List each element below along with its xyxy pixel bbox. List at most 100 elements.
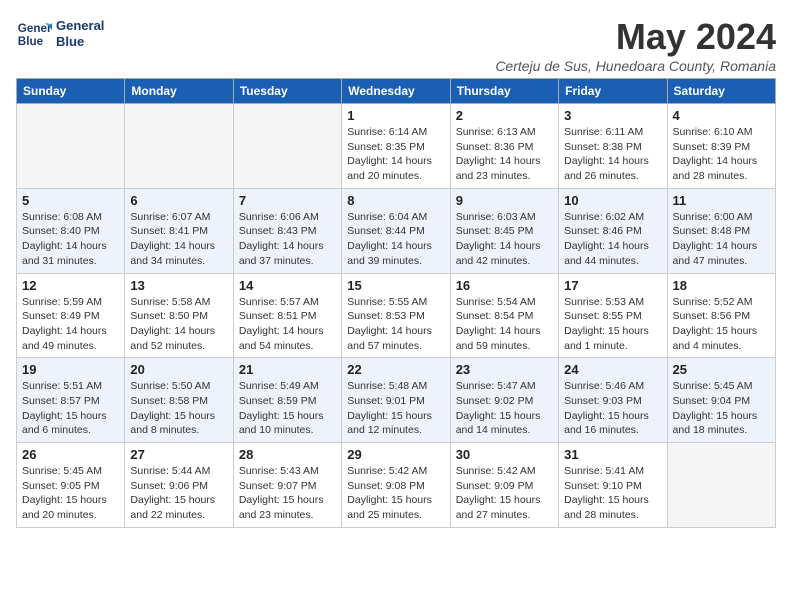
calendar-cell: 9Sunrise: 6:03 AM Sunset: 8:45 PM Daylig… bbox=[450, 188, 558, 273]
day-info: Sunrise: 5:52 AM Sunset: 8:56 PM Dayligh… bbox=[673, 295, 770, 354]
logo-icon: General Blue bbox=[16, 16, 52, 52]
calendar-cell: 13 Sunrise: 5:58 AM Sunset: 8:50 PM Dayli… bbox=[125, 273, 233, 358]
day-number: 31 bbox=[564, 447, 661, 462]
calendar-cell: 29Sunrise: 5:42 AM Sunset: 9:08 PM Dayli… bbox=[342, 443, 450, 528]
day-number: 27 bbox=[130, 447, 227, 462]
day-info: Sunrise: 6:02 AM Sunset: 8:46 PM Dayligh… bbox=[564, 210, 661, 269]
calendar-cell: 17Sunrise: 5:53 AM Sunset: 8:55 PM Dayli… bbox=[559, 273, 667, 358]
day-info: Sunrise: 5:47 AM Sunset: 9:02 PM Dayligh… bbox=[456, 379, 553, 438]
calendar-cell: 22 Sunrise: 5:48 AM Sunset: 9:01 PM Dayli… bbox=[342, 358, 450, 443]
day-info: Sunrise: 6:13 AM Sunset: 8:36 PM Dayligh… bbox=[456, 125, 553, 184]
day-info: Sunrise: 5:55 AM Sunset: 8:53 PM Dayligh… bbox=[347, 295, 444, 354]
calendar-cell: 31 Sunrise: 5:41 AM Sunset: 9:10 PM Dayli… bbox=[559, 443, 667, 528]
day-number: 15 bbox=[347, 278, 444, 293]
week-row-3: 19 Sunrise: 5:51 AM Sunset: 8:57 PM Dayli… bbox=[17, 358, 776, 443]
weekday-header-friday: Friday bbox=[559, 79, 667, 104]
day-number: 13 bbox=[130, 278, 227, 293]
day-number: 2 bbox=[456, 108, 553, 123]
calendar-table: SundayMondayTuesdayWednesdayThursdayFrid… bbox=[16, 78, 776, 528]
calendar-cell bbox=[125, 104, 233, 189]
day-number: 11 bbox=[673, 193, 770, 208]
day-number: 6 bbox=[130, 193, 227, 208]
calendar-cell: 3 Sunrise: 6:11 AM Sunset: 8:38 PM Daylig… bbox=[559, 104, 667, 189]
week-row-2: 12Sunrise: 5:59 AM Sunset: 8:49 PM Dayli… bbox=[17, 273, 776, 358]
logo-line1: General bbox=[56, 18, 104, 34]
week-row-0: 1 Sunrise: 6:14 AM Sunset: 8:35 PM Daylig… bbox=[17, 104, 776, 189]
day-info: Sunrise: 6:00 AM Sunset: 8:48 PM Dayligh… bbox=[673, 210, 770, 269]
day-number: 16 bbox=[456, 278, 553, 293]
calendar-cell: 5Sunrise: 6:08 AM Sunset: 8:40 PM Daylig… bbox=[17, 188, 125, 273]
day-info: Sunrise: 6:03 AM Sunset: 8:45 PM Dayligh… bbox=[456, 210, 553, 269]
day-info: Sunrise: 6:10 AM Sunset: 8:39 PM Dayligh… bbox=[673, 125, 770, 184]
calendar-cell: 12Sunrise: 5:59 AM Sunset: 8:49 PM Dayli… bbox=[17, 273, 125, 358]
calendar-cell: 7 Sunrise: 6:06 AM Sunset: 8:43 PM Daylig… bbox=[233, 188, 341, 273]
calendar-cell: 30 Sunrise: 5:42 AM Sunset: 9:09 PM Dayli… bbox=[450, 443, 558, 528]
weekday-header-saturday: Saturday bbox=[667, 79, 775, 104]
calendar-cell: 24Sunrise: 5:46 AM Sunset: 9:03 PM Dayli… bbox=[559, 358, 667, 443]
day-info: Sunrise: 5:54 AM Sunset: 8:54 PM Dayligh… bbox=[456, 295, 553, 354]
day-number: 30 bbox=[456, 447, 553, 462]
calendar-cell bbox=[17, 104, 125, 189]
calendar-cell: 16 Sunrise: 5:54 AM Sunset: 8:54 PM Dayli… bbox=[450, 273, 558, 358]
day-info: Sunrise: 5:51 AM Sunset: 8:57 PM Dayligh… bbox=[22, 379, 119, 438]
calendar-cell: 20Sunrise: 5:50 AM Sunset: 8:58 PM Dayli… bbox=[125, 358, 233, 443]
day-number: 3 bbox=[564, 108, 661, 123]
day-info: Sunrise: 5:59 AM Sunset: 8:49 PM Dayligh… bbox=[22, 295, 119, 354]
calendar-cell: 19 Sunrise: 5:51 AM Sunset: 8:57 PM Dayli… bbox=[17, 358, 125, 443]
day-info: Sunrise: 5:41 AM Sunset: 9:10 PM Dayligh… bbox=[564, 464, 661, 523]
day-info: Sunrise: 6:14 AM Sunset: 8:35 PM Dayligh… bbox=[347, 125, 444, 184]
calendar-cell: 6 Sunrise: 6:07 AM Sunset: 8:41 PM Daylig… bbox=[125, 188, 233, 273]
calendar-cell bbox=[233, 104, 341, 189]
day-info: Sunrise: 5:42 AM Sunset: 9:09 PM Dayligh… bbox=[456, 464, 553, 523]
title-block: May 2024 Certeju de Sus, Hunedoara Count… bbox=[495, 16, 776, 74]
day-number: 19 bbox=[22, 362, 119, 377]
day-number: 21 bbox=[239, 362, 336, 377]
day-info: Sunrise: 5:49 AM Sunset: 8:59 PM Dayligh… bbox=[239, 379, 336, 438]
day-number: 22 bbox=[347, 362, 444, 377]
day-number: 29 bbox=[347, 447, 444, 462]
weekday-header-monday: Monday bbox=[125, 79, 233, 104]
day-number: 17 bbox=[564, 278, 661, 293]
logo-line2: Blue bbox=[56, 34, 104, 50]
weekday-header-row: SundayMondayTuesdayWednesdayThursdayFrid… bbox=[17, 79, 776, 104]
weekday-header-thursday: Thursday bbox=[450, 79, 558, 104]
calendar-cell: 28 Sunrise: 5:43 AM Sunset: 9:07 PM Dayli… bbox=[233, 443, 341, 528]
day-number: 14 bbox=[239, 278, 336, 293]
day-info: Sunrise: 5:45 AM Sunset: 9:04 PM Dayligh… bbox=[673, 379, 770, 438]
page-header: General Blue General Blue May 2024 Certe… bbox=[16, 16, 776, 74]
week-row-1: 5Sunrise: 6:08 AM Sunset: 8:40 PM Daylig… bbox=[17, 188, 776, 273]
day-number: 23 bbox=[456, 362, 553, 377]
day-info: Sunrise: 5:45 AM Sunset: 9:05 PM Dayligh… bbox=[22, 464, 119, 523]
day-number: 4 bbox=[673, 108, 770, 123]
day-number: 8 bbox=[347, 193, 444, 208]
logo: General Blue General Blue bbox=[16, 16, 104, 52]
calendar-cell: 8 Sunrise: 6:04 AM Sunset: 8:44 PM Daylig… bbox=[342, 188, 450, 273]
day-info: Sunrise: 5:48 AM Sunset: 9:01 PM Dayligh… bbox=[347, 379, 444, 438]
day-info: Sunrise: 5:58 AM Sunset: 8:50 PM Dayligh… bbox=[130, 295, 227, 354]
calendar-cell: 11 Sunrise: 6:00 AM Sunset: 8:48 PM Dayli… bbox=[667, 188, 775, 273]
calendar-cell: 21 Sunrise: 5:49 AM Sunset: 8:59 PM Dayli… bbox=[233, 358, 341, 443]
calendar-cell: 26Sunrise: 5:45 AM Sunset: 9:05 PM Dayli… bbox=[17, 443, 125, 528]
weekday-header-sunday: Sunday bbox=[17, 79, 125, 104]
day-info: Sunrise: 6:11 AM Sunset: 8:38 PM Dayligh… bbox=[564, 125, 661, 184]
day-info: Sunrise: 5:44 AM Sunset: 9:06 PM Dayligh… bbox=[130, 464, 227, 523]
day-info: Sunrise: 5:57 AM Sunset: 8:51 PM Dayligh… bbox=[239, 295, 336, 354]
month-title: May 2024 bbox=[495, 16, 776, 58]
calendar-cell: 10Sunrise: 6:02 AM Sunset: 8:46 PM Dayli… bbox=[559, 188, 667, 273]
calendar-cell: 14 Sunrise: 5:57 AM Sunset: 8:51 PM Dayli… bbox=[233, 273, 341, 358]
location-subtitle: Certeju de Sus, Hunedoara County, Romani… bbox=[495, 58, 776, 74]
day-number: 7 bbox=[239, 193, 336, 208]
day-info: Sunrise: 5:50 AM Sunset: 8:58 PM Dayligh… bbox=[130, 379, 227, 438]
weekday-header-wednesday: Wednesday bbox=[342, 79, 450, 104]
day-info: Sunrise: 5:43 AM Sunset: 9:07 PM Dayligh… bbox=[239, 464, 336, 523]
day-number: 28 bbox=[239, 447, 336, 462]
day-info: Sunrise: 6:07 AM Sunset: 8:41 PM Dayligh… bbox=[130, 210, 227, 269]
calendar-cell: 23 Sunrise: 5:47 AM Sunset: 9:02 PM Dayli… bbox=[450, 358, 558, 443]
day-info: Sunrise: 6:06 AM Sunset: 8:43 PM Dayligh… bbox=[239, 210, 336, 269]
calendar-cell: 25Sunrise: 5:45 AM Sunset: 9:04 PM Dayli… bbox=[667, 358, 775, 443]
day-info: Sunrise: 6:04 AM Sunset: 8:44 PM Dayligh… bbox=[347, 210, 444, 269]
day-info: Sunrise: 6:08 AM Sunset: 8:40 PM Dayligh… bbox=[22, 210, 119, 269]
calendar-cell bbox=[667, 443, 775, 528]
day-number: 1 bbox=[347, 108, 444, 123]
svg-text:Blue: Blue bbox=[18, 35, 44, 48]
